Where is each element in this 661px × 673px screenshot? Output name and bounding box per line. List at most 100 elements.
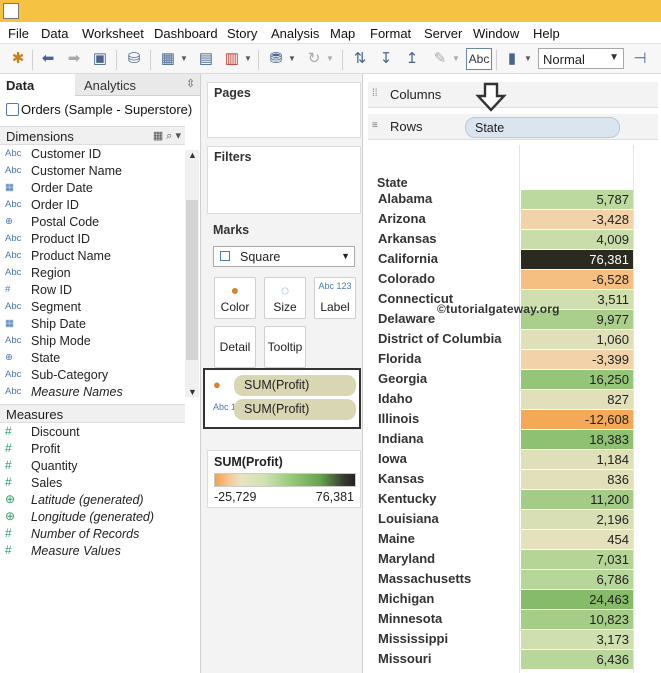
profit-cell[interactable]: 1,060 [521, 330, 633, 349]
show-me-chart-icon[interactable]: ▮ [502, 50, 522, 68]
size-button[interactable]: ◌ Size [264, 277, 306, 319]
profit-cell[interactable]: -3,428 [521, 210, 633, 229]
state-row-label[interactable]: Georgia [378, 369, 427, 389]
label-profit-pill[interactable]: SUM(Profit) [234, 399, 356, 420]
menu-map[interactable]: Map [330, 26, 355, 41]
refresh-icon[interactable]: ↻ [304, 50, 324, 68]
new-data-source-icon[interactable]: ⛁ [124, 50, 144, 68]
state-row-label[interactable]: Colorado [378, 269, 435, 289]
pages-card[interactable]: Pages [207, 82, 361, 138]
state-row-label[interactable]: Minnesota [378, 609, 442, 629]
state-row-label[interactable]: Massachusetts [378, 569, 471, 589]
state-header[interactable]: State [377, 176, 408, 190]
measure-field[interactable]: # Profit [0, 441, 185, 458]
dimension-field[interactable]: Abc Segment [0, 299, 185, 316]
profit-cell[interactable]: 1,184 [521, 450, 633, 469]
state-row-label[interactable]: Michigan [378, 589, 434, 609]
state-row-label[interactable]: Arkansas [378, 229, 437, 249]
swap-rows-columns-icon[interactable]: ⇅ [350, 50, 370, 68]
tab-data[interactable]: Data [0, 74, 75, 96]
dimension-field[interactable]: Abc Customer Name [0, 163, 185, 180]
dimension-field[interactable]: Abc Order ID [0, 197, 185, 214]
measure-field[interactable]: # Measure Values [0, 543, 185, 560]
profit-cell[interactable]: 5,787 [521, 190, 633, 209]
measure-field[interactable]: ⊕ Longitude (generated) [0, 509, 185, 526]
dimension-field[interactable]: Abc Product Name [0, 248, 185, 265]
state-row-label[interactable]: Delaware [378, 309, 435, 329]
profit-cell[interactable]: 6,436 [521, 650, 633, 669]
highlight-icon[interactable]: ✎ [430, 50, 450, 68]
dimension-field[interactable]: Abc Region [0, 265, 185, 282]
menu-worksheet[interactable]: Worksheet [82, 26, 144, 41]
dimension-field[interactable]: Abc Product ID [0, 231, 185, 248]
pane-menu-icon[interactable]: ⇳ [186, 77, 195, 90]
state-row-label[interactable]: Missouri [378, 649, 431, 669]
profit-cell[interactable]: 4,009 [521, 230, 633, 249]
dropdown-arrow-icon[interactable]: ▼ [524, 50, 532, 68]
profit-cell[interactable]: 6,786 [521, 570, 633, 589]
state-row-label[interactable]: Florida [378, 349, 421, 369]
profit-cell[interactable]: 18,383 [521, 430, 633, 449]
state-row-label[interactable]: Maine [378, 529, 415, 549]
state-row-label[interactable]: Maryland [378, 549, 435, 569]
menu-dashboard[interactable]: Dashboard [154, 26, 218, 41]
profit-cell[interactable]: -6,528 [521, 270, 633, 289]
dimension-field[interactable]: ⊕ Postal Code [0, 214, 185, 231]
mark-type-select[interactable]: Square ▼ [213, 246, 355, 267]
clear-sheet-icon[interactable]: ▥ [222, 50, 242, 68]
profit-cell[interactable]: 76,381 [521, 250, 633, 269]
measure-field[interactable]: # Quantity [0, 458, 185, 475]
state-row-label[interactable]: Illinois [378, 409, 419, 429]
state-row-label[interactable]: Kansas [378, 469, 424, 489]
dimension-field[interactable]: Abc Measure Names [0, 384, 185, 401]
color-legend[interactable]: SUM(Profit) -25,729 76,381 [207, 450, 361, 508]
state-row-label[interactable]: California [378, 249, 438, 269]
state-row-label[interactable]: District of Columbia [378, 329, 502, 349]
measure-field[interactable]: # Number of Records [0, 526, 185, 543]
save-icon[interactable]: ▣ [90, 50, 110, 68]
state-row-label[interactable]: Louisiana [378, 509, 439, 529]
measure-field[interactable]: # Sales [0, 475, 185, 492]
color-button[interactable]: ● Color [214, 277, 256, 319]
menu-file[interactable]: File [8, 26, 29, 41]
dropdown-arrow-icon[interactable]: ▼ [452, 50, 460, 68]
show-mark-labels-button[interactable]: Abc [466, 48, 492, 70]
dropdown-arrow-icon[interactable]: ▼ [326, 50, 334, 68]
dimension-field[interactable]: ▦ Ship Date [0, 316, 185, 333]
tooltip-button[interactable]: Tooltip [264, 326, 306, 368]
sort-descending-icon[interactable]: ↥ [402, 50, 422, 68]
view-search-icons[interactable]: ▦ ⌕ ▾ [153, 129, 181, 143]
menu-server[interactable]: Server [424, 26, 462, 41]
state-row-label[interactable]: Indiana [378, 429, 424, 449]
profit-cell[interactable]: 827 [521, 390, 633, 409]
menu-format[interactable]: Format [370, 26, 411, 41]
dimension-field[interactable]: ⊕ State [0, 350, 185, 367]
dimension-field[interactable]: ▦ Order Date [0, 180, 185, 197]
dimension-field[interactable]: Abc Ship Mode [0, 333, 185, 350]
profit-cell[interactable]: 24,463 [521, 590, 633, 609]
pause-updates-icon[interactable]: ⛃ [266, 50, 286, 68]
tab-analytics[interactable]: Analytics [84, 78, 136, 93]
profit-cell[interactable]: 836 [521, 470, 633, 489]
columns-shelf[interactable]: ⁞⁞ Columns [368, 82, 658, 108]
state-row-label[interactable]: Iowa [378, 449, 407, 469]
label-button[interactable]: Abc 123 Label [314, 277, 356, 319]
tableau-logo-icon[interactable]: ✱ [8, 50, 28, 68]
detail-button[interactable]: Detail [214, 326, 256, 368]
dimensions-scrollbar[interactable]: ▲ ▼ [185, 150, 199, 397]
profit-cell[interactable]: 454 [521, 530, 633, 549]
profit-cell[interactable]: -3,399 [521, 350, 633, 369]
state-row-label[interactable]: Alabama [378, 189, 432, 209]
redo-icon[interactable]: ➡ [64, 50, 84, 68]
filters-card[interactable]: Filters [207, 146, 361, 214]
dimension-field[interactable]: Abc Sub-Category [0, 367, 185, 384]
scroll-down-icon[interactable]: ▼ [188, 387, 197, 397]
state-row-label[interactable]: Kentucky [378, 489, 437, 509]
dropdown-arrow-icon[interactable]: ▼ [244, 50, 252, 68]
dimension-field[interactable]: Abc Customer ID [0, 146, 185, 163]
pin-icon[interactable]: ⊣ [630, 50, 650, 68]
sort-ascending-icon[interactable]: ↧ [376, 50, 396, 68]
dropdown-arrow-icon[interactable]: ▼ [180, 50, 188, 68]
state-row-label[interactable]: Idaho [378, 389, 413, 409]
dimension-field[interactable]: # Row ID [0, 282, 185, 299]
